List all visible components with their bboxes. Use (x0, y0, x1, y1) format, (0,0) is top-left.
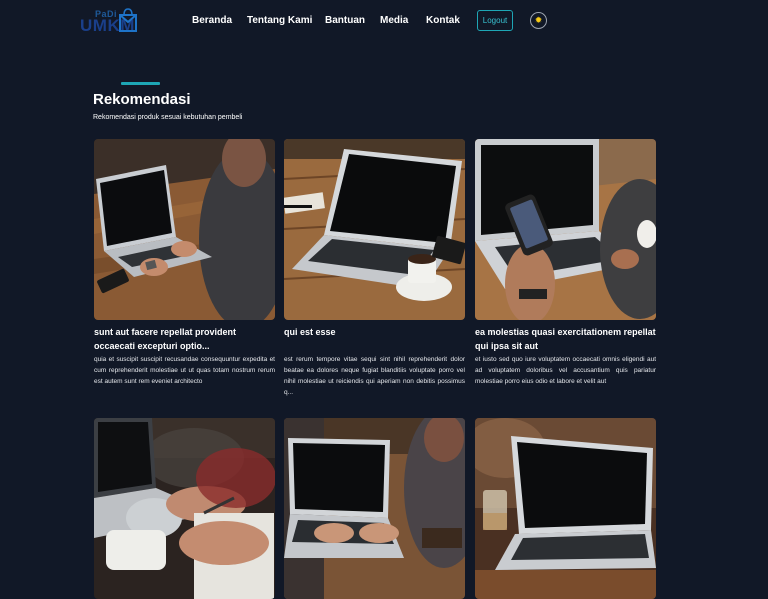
product-description: et iusto sed quo iure voluptatem occaeca… (475, 356, 656, 385)
writing-photo[interactable] (94, 418, 275, 599)
product-title[interactable]: qui est esse (284, 325, 465, 339)
sun-icon[interactable]: ✹ (530, 12, 547, 29)
nav-link-kontak[interactable]: Kontak (426, 15, 460, 26)
nav-link-bantuan[interactable]: Bantuan (325, 15, 365, 26)
navbar: PaDi UMKM Beranda Tentang Kami Bantuan M… (0, 0, 768, 44)
laptop-glass-photo[interactable] (475, 418, 656, 599)
nav-link-beranda[interactable]: Beranda (192, 15, 232, 26)
section-subtitle: Rekomendasi produk sesuai kebutuhan pemb… (93, 114, 243, 121)
product-card[interactable] (284, 418, 465, 599)
laptop-coffee-photo[interactable] (284, 139, 465, 320)
padi-umkm-logo[interactable]: PaDi UMKM (80, 5, 140, 35)
phone-laptop-photo[interactable] (475, 139, 656, 320)
section-accent-line (121, 82, 160, 85)
product-card[interactable] (475, 418, 656, 599)
nav-link-tentang-kami[interactable]: Tentang Kami (247, 15, 312, 26)
section-title: Rekomendasi (93, 91, 191, 108)
product-card[interactable]: ea molestias quasi exercitationem repell… (475, 139, 656, 409)
product-description: est rerum tempore vitae sequi sint nihil… (284, 356, 465, 396)
product-title[interactable]: ea molestias quasi exercitationem repell… (475, 325, 656, 353)
product-card[interactable] (94, 418, 275, 599)
product-card[interactable]: qui est esse est rerum tempore vitae seq… (284, 139, 465, 409)
shopping-bag-icon (119, 8, 137, 32)
typing-laptop-photo[interactable] (284, 418, 465, 599)
logout-button[interactable]: Logout (477, 10, 513, 31)
nav-link-media[interactable]: Media (380, 15, 408, 26)
product-title[interactable]: sunt aut facere repellat provident occae… (94, 325, 275, 353)
product-description: quia et suscipit suscipit recusandae con… (94, 356, 275, 385)
laptop-person-photo[interactable] (94, 139, 275, 320)
product-card[interactable]: sunt aut facere repellat provident occae… (94, 139, 275, 409)
